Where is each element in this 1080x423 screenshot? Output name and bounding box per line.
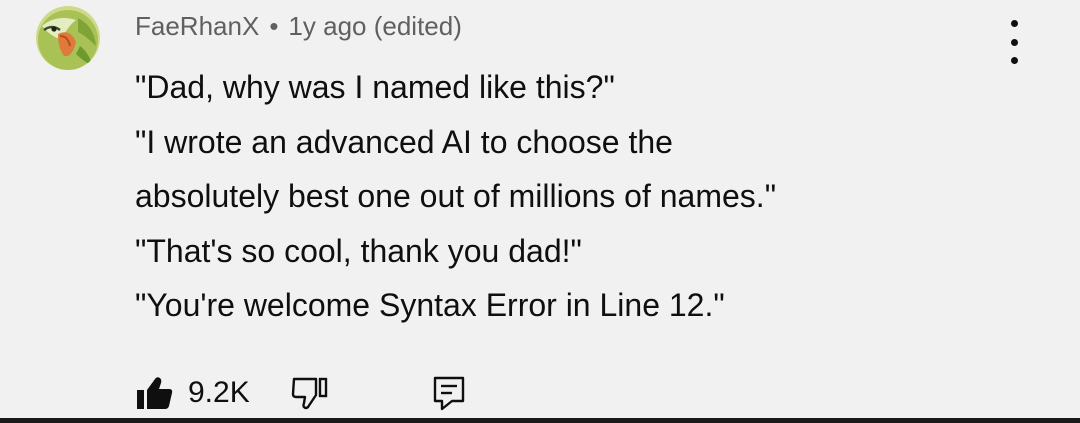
comment-line: "I wrote an advanced AI to choose the [135, 123, 673, 160]
header-separator: • [269, 11, 279, 41]
parrot-avatar-icon [36, 6, 100, 70]
comment-line: "Dad, why was I named like this?" [135, 69, 615, 105]
comment-line: "That's so cool, thank you dad!" [135, 232, 582, 269]
reply-button[interactable] [432, 375, 466, 411]
comment-header: FaeRhanX • 1y ago (edited) [135, 10, 462, 42]
like-button[interactable] [136, 375, 174, 411]
reply-comment-icon [433, 376, 465, 411]
comment-card: FaeRhanX • 1y ago (edited) "Dad, why was I… [0, 0, 1080, 418]
like-count: 9.2K [188, 376, 250, 409]
comment-text: "Dad, why was I named like this?" "I wro… [135, 60, 1015, 333]
comment-timestamp[interactable]: 1y ago (edited) [288, 11, 461, 41]
thumbs-down-outline-icon [291, 377, 328, 410]
comment-line: "You're welcome Syntax Error in Line 12.… [135, 287, 725, 323]
author-name[interactable]: FaeRhanX [135, 11, 259, 41]
more-vertical-icon-dot-top [1010, 20, 1018, 27]
divider [0, 418, 1080, 423]
dislike-button[interactable] [290, 375, 330, 411]
more-vertical-icon-dot-middle [1010, 38, 1018, 46]
avatar[interactable] [36, 6, 100, 70]
more-options-button[interactable] [998, 20, 1030, 64]
comment-line: absolutely best one out of millions of n… [135, 178, 777, 214]
thumbs-up-filled-icon [137, 377, 173, 409]
